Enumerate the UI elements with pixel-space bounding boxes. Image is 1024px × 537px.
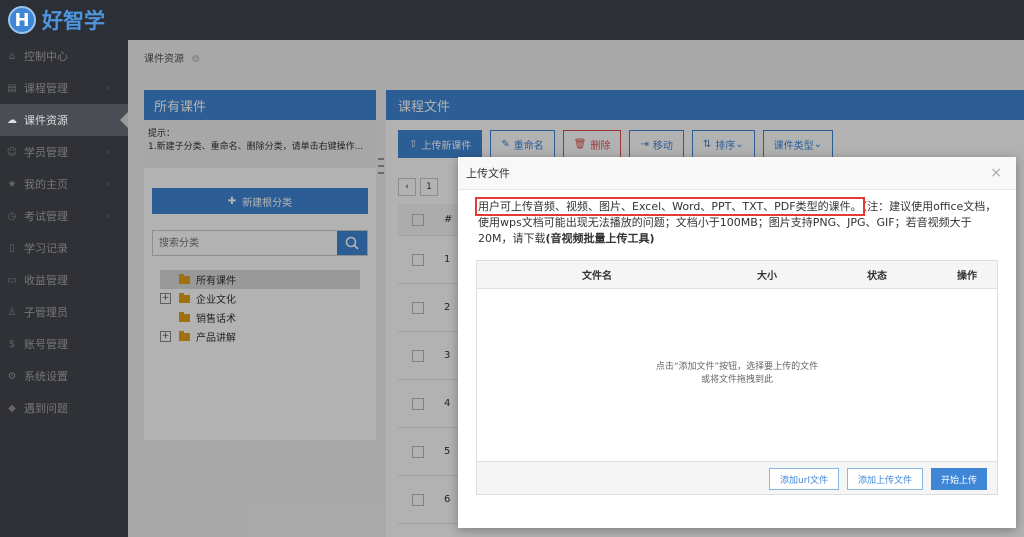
sidebar: ⌂ 控制中心 ▤ 课程管理 ‹ ☁ 课件资源 ☺ 学员管理 ‹ ★ 我的主页 ‹…: [0, 40, 128, 537]
clock-icon: ◷: [7, 210, 17, 222]
sidebar-item-label: 学习记录: [24, 242, 68, 255]
sidebar-item-label: 收益管理: [24, 274, 68, 287]
book-icon: ▤: [7, 82, 17, 94]
close-icon[interactable]: ×: [990, 165, 1002, 181]
file-list-header: 文件名 大小 状态 操作: [477, 261, 997, 289]
sidebar-item-label: 系统设置: [24, 370, 68, 383]
file-list-footer: 添加url文件 添加上传文件 开始上传: [477, 461, 997, 494]
document-icon: ▯: [9, 242, 15, 254]
logo[interactable]: H 好智学: [0, 0, 128, 40]
sidebar-item-label: 子管理员: [24, 306, 68, 319]
sidebar-item-accounts[interactable]: $ 账号管理: [0, 328, 128, 360]
star-icon: ★: [7, 178, 17, 190]
add-upload-file-button[interactable]: 添加上传文件: [847, 468, 923, 490]
upload-notice: 用户可上传音频、视频、图片、Excel、Word、PPT、TXT、PDF类型的课…: [475, 197, 998, 247]
batch-upload-tool-link[interactable]: (音视频批量上传工具): [546, 232, 655, 245]
sidebar-item-sub-admins[interactable]: ♙ 子管理员: [0, 296, 128, 328]
active-indicator: [120, 112, 128, 128]
sidebar-item-label: 控制中心: [24, 50, 68, 63]
sidebar-item-control-center[interactable]: ⌂ 控制中心: [0, 40, 128, 72]
cloud-icon: ☁: [7, 114, 17, 126]
drop-zone-line1: 点击“添加文件”按钮，选择要上传的文件: [655, 362, 819, 372]
sidebar-item-learning-records[interactable]: ▯ 学习记录: [0, 232, 128, 264]
sidebar-item-label: 考试管理: [24, 210, 68, 223]
users-icon: ☺: [6, 146, 18, 158]
logo-text: 好智学: [42, 9, 105, 33]
sidebar-item-label: 账号管理: [24, 338, 68, 351]
supported-types-text: 用户可上传音频、视频、图片、Excel、Word、PPT、TXT、PDF类型的课…: [475, 197, 865, 216]
sidebar-item-courseware[interactable]: ☁ 课件资源: [0, 104, 128, 136]
sidebar-item-revenue[interactable]: ▭ 收益管理: [0, 264, 128, 296]
sidebar-item-label: 我的主页: [24, 178, 68, 191]
column-header-status: 状态: [867, 271, 887, 282]
dollar-icon: $: [8, 338, 16, 350]
upload-file-list[interactable]: 文件名 大小 状态 操作 点击“添加文件”按钮，选择要上传的文件 或将文件拖拽到…: [476, 260, 998, 495]
start-upload-button[interactable]: 开始上传: [931, 468, 987, 490]
sidebar-item-help[interactable]: ◆ 遇到问题: [0, 392, 128, 424]
dialog-title: 上传文件: [458, 157, 1016, 190]
add-url-file-button[interactable]: 添加url文件: [769, 468, 839, 490]
drop-zone-line2: 或将文件拖拽到此: [700, 375, 773, 385]
chevron-left-icon: ‹: [106, 178, 110, 190]
pin-icon: ◆: [8, 402, 16, 414]
chevron-left-icon: ‹: [106, 146, 110, 158]
column-header-action: 操作: [957, 271, 977, 282]
chevron-left-icon: ‹: [106, 210, 110, 222]
column-header-filename: 文件名: [582, 271, 612, 282]
upload-dialog: 上传文件 × 用户可上传音频、视频、图片、Excel、Word、PPT、TXT、…: [458, 157, 1016, 528]
card-icon: ▭: [7, 274, 17, 286]
logo-badge: H: [8, 6, 36, 34]
drop-zone-placeholder: 点击“添加文件”按钮，选择要上传的文件 或将文件拖拽到此: [477, 361, 997, 387]
sidebar-item-label: 课件资源: [24, 114, 68, 127]
column-header-size: 大小: [757, 271, 777, 282]
sidebar-item-exams[interactable]: ◷ 考试管理 ‹: [0, 200, 128, 232]
sidebar-item-label: 课程管理: [24, 82, 68, 95]
gear-icon: ⚙: [7, 370, 17, 382]
sidebar-item-settings[interactable]: ⚙ 系统设置: [0, 360, 128, 392]
person-icon: ♙: [7, 306, 17, 318]
sidebar-item-course-management[interactable]: ▤ 课程管理 ‹: [0, 72, 128, 104]
chevron-left-icon: ‹: [106, 82, 110, 94]
sidebar-item-students[interactable]: ☺ 学员管理 ‹: [0, 136, 128, 168]
sidebar-item-homepage[interactable]: ★ 我的主页 ‹: [0, 168, 128, 200]
home-icon: ⌂: [8, 50, 16, 62]
top-bar: H 好智学: [0, 0, 1024, 40]
sidebar-item-label: 遇到问题: [24, 402, 68, 415]
sidebar-item-label: 学员管理: [24, 146, 68, 159]
